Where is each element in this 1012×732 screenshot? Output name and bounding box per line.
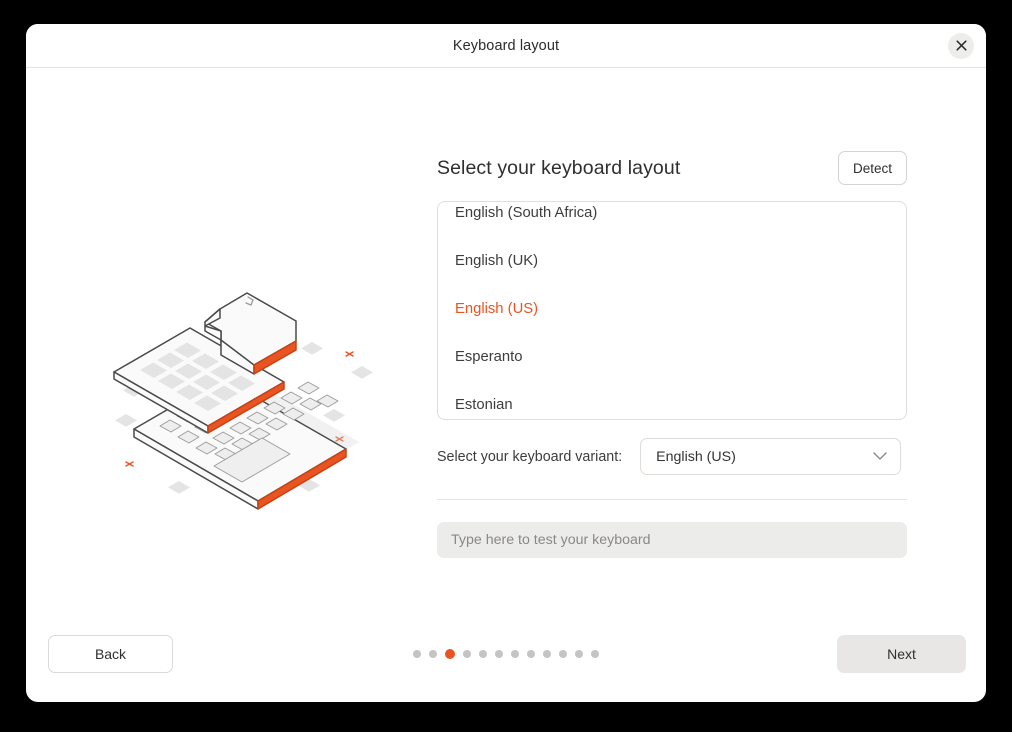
illustration-pane [26, 68, 437, 606]
pagination-dot[interactable] [429, 650, 437, 658]
isometric-keyboard-layers-illustration [113, 292, 373, 510]
pagination-dot[interactable] [575, 650, 583, 658]
detect-button[interactable]: Detect [837, 151, 907, 185]
installer-window: Keyboard layout Select your keyboard lay… [26, 24, 986, 702]
form-separator [437, 499, 907, 500]
variant-label: Select your keyboard variant: [437, 448, 623, 465]
keyboard-layout-list-items: English (South Africa) English (UK) Englis… [438, 202, 906, 419]
layout-list-item[interactable]: English (UK) [438, 237, 906, 285]
window-title: Keyboard layout [452, 37, 560, 54]
pagination-dot[interactable] [463, 650, 471, 658]
pagination-dot[interactable] [495, 650, 503, 658]
layout-list-item[interactable]: Esperanto [438, 333, 906, 381]
variant-row: Select your keyboard variant: English (U… [437, 438, 907, 475]
layout-list-item[interactable]: Estonian [438, 381, 906, 419]
pagination-dot[interactable] [527, 650, 535, 658]
close-button[interactable] [948, 32, 974, 59]
variant-selected-value: English (US) [656, 448, 736, 465]
keyboard-test-input[interactable] [437, 522, 907, 558]
pagination-dot[interactable] [559, 650, 567, 658]
variant-select[interactable]: English (US) [640, 438, 902, 475]
close-icon [955, 40, 967, 51]
window-titlebar: Keyboard layout [26, 24, 986, 68]
next-button[interactable]: Next [837, 635, 966, 673]
window-content: Select your keyboard layout Detect Engli… [26, 68, 986, 606]
page-title: Select your keyboard layout [437, 156, 681, 179]
pagination-dot[interactable] [413, 650, 421, 658]
layout-list-item[interactable]: English (US) [438, 285, 906, 333]
pagination-dot[interactable] [591, 650, 599, 658]
wizard-footer: Back Next [26, 606, 986, 702]
layout-list-item[interactable]: English (South Africa) [438, 202, 906, 237]
pagination-dot[interactable] [479, 650, 487, 658]
pagination-dot[interactable] [511, 650, 519, 658]
keyboard-form-pane: Select your keyboard layout Detect Engli… [437, 68, 986, 606]
pagination-dot[interactable] [543, 650, 551, 658]
heading-row: Select your keyboard layout Detect [437, 151, 907, 185]
keyboard-layout-list[interactable]: English (South Africa) English (UK) Englis… [437, 201, 907, 420]
chevron-down-icon [873, 452, 887, 460]
pagination-dot-active[interactable] [445, 649, 455, 659]
